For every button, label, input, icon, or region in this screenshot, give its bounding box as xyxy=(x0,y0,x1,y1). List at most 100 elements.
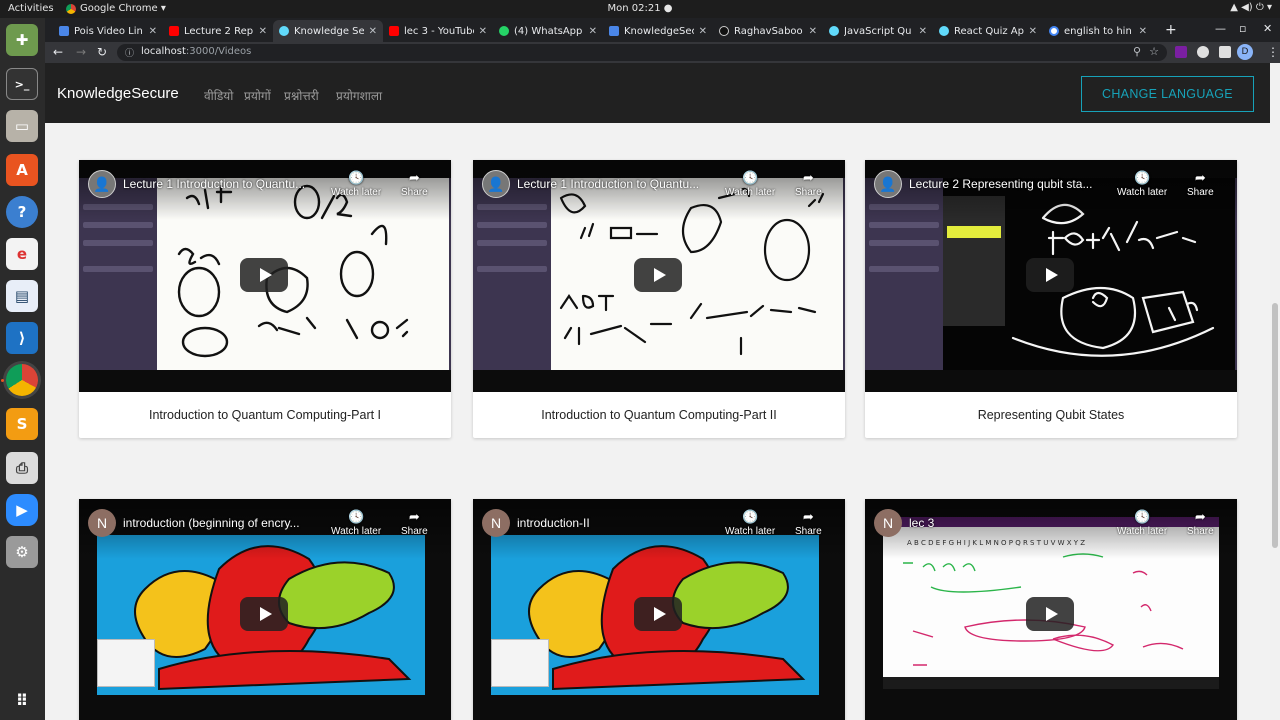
change-language-button[interactable]: CHANGE LANGUAGE xyxy=(1081,76,1254,112)
reload-icon[interactable]: ↻ xyxy=(97,45,107,59)
help-icon[interactable]: ? xyxy=(6,196,38,228)
video-embed[interactable]: N introduction-II 🕓 Watch later ➦ Share xyxy=(473,499,845,720)
play-button[interactable] xyxy=(240,258,288,292)
page-scrollbar[interactable] xyxy=(1270,63,1280,720)
play-button[interactable] xyxy=(1026,258,1074,292)
media-control-icon[interactable] xyxy=(1219,46,1231,58)
nav-link-lab[interactable]: प्रयोगशाला xyxy=(336,87,382,104)
system-monitor-icon[interactable]: ✚ xyxy=(6,24,38,56)
browser-tab[interactable]: Pois Video Lin ✕ xyxy=(53,20,163,42)
app-menu[interactable]: Google Chrome ▾ xyxy=(66,3,166,14)
editor-icon[interactable]: e xyxy=(6,238,38,270)
youtube-video-title[interactable]: lec 3 xyxy=(909,516,1119,530)
browser-tab[interactable]: english to hin ✕ xyxy=(1043,20,1153,42)
close-tab-icon[interactable]: ✕ xyxy=(809,26,817,37)
close-tab-icon[interactable]: ✕ xyxy=(369,26,377,37)
browser-tab-active[interactable]: Knowledge Se ✕ xyxy=(273,20,383,42)
watch-later-button[interactable]: 🕓 Watch later xyxy=(1117,510,1167,538)
video-embed[interactable]: 👤 Lecture 1 Introduction to Quantu... 🕓 W… xyxy=(79,160,451,392)
share-button[interactable]: ➦ Share xyxy=(795,510,822,538)
channel-avatar[interactable]: N xyxy=(874,509,902,537)
minimize-icon[interactable]: — xyxy=(1215,22,1226,35)
settings-icon[interactable]: ⚙ xyxy=(6,536,38,568)
video-embed[interactable]: N introduction (beginning of encry... 🕓 W… xyxy=(79,499,451,720)
brand-logo[interactable]: KnowledgeSecure xyxy=(57,85,179,102)
channel-avatar[interactable]: N xyxy=(88,509,116,537)
watch-later-button[interactable]: 🕓 Watch later xyxy=(331,171,381,199)
browser-tab[interactable]: lec 3 - YouTube ✕ xyxy=(383,20,493,42)
video-embed[interactable]: A B C D E F G H I J K L M N O P Q R S T … xyxy=(865,499,1237,720)
share-button[interactable]: ➦ Share xyxy=(401,510,428,538)
browser-tab[interactable]: KnowledgeSec ✕ xyxy=(603,20,713,42)
back-icon[interactable]: ← xyxy=(53,45,63,59)
channel-avatar[interactable]: 👤 xyxy=(482,170,510,198)
sublime-icon[interactable]: S xyxy=(6,408,38,440)
video-embed[interactable]: 👤 Lecture 2 Representing qubit sta... 🕓 W… xyxy=(865,160,1237,392)
forward-icon[interactable]: → xyxy=(76,45,86,59)
bookmark-star-icon[interactable]: ☆ xyxy=(1149,45,1159,58)
close-tab-icon[interactable]: ✕ xyxy=(259,26,267,37)
document-viewer-icon[interactable]: ▤ xyxy=(6,280,38,312)
browser-tab[interactable]: React Quiz Ap ✕ xyxy=(933,20,1043,42)
scrollbar-thumb[interactable] xyxy=(1272,303,1278,548)
watch-later-button[interactable]: 🕓 Watch later xyxy=(725,510,775,538)
youtube-video-title[interactable]: introduction (beginning of encry... xyxy=(123,516,333,530)
new-tab-button[interactable]: + xyxy=(1165,22,1177,38)
channel-avatar[interactable]: 👤 xyxy=(88,170,116,198)
share-button[interactable]: ➦ Share xyxy=(1187,510,1214,538)
printer-icon[interactable]: ⎙ xyxy=(6,452,38,484)
nav-link-experiments[interactable]: प्रयोगों xyxy=(244,87,271,104)
show-applications-icon[interactable]: ⠿ xyxy=(6,684,38,716)
extensions-puzzle-icon[interactable] xyxy=(1197,46,1209,58)
vscode-icon[interactable]: ⟩ xyxy=(6,322,38,354)
address-bar[interactable]: ⓘ localhost:3000/Videos ⚲ ☆ xyxy=(117,44,1167,61)
play-button[interactable] xyxy=(634,597,682,631)
maximize-icon[interactable]: ▫ xyxy=(1239,22,1246,35)
browser-tab[interactable]: Lecture 2 Repr ✕ xyxy=(163,20,273,42)
youtube-video-title[interactable]: Lecture 1 Introduction to Quantu... xyxy=(517,177,727,191)
play-button[interactable] xyxy=(240,597,288,631)
close-tab-icon[interactable]: ✕ xyxy=(479,26,487,37)
browser-tab[interactable]: (4) WhatsApp ✕ xyxy=(493,20,603,42)
close-tab-icon[interactable]: ✕ xyxy=(1139,26,1147,37)
close-tab-icon[interactable]: ✕ xyxy=(919,26,927,37)
browser-tab[interactable]: RaghavSaboo ✕ xyxy=(713,20,823,42)
clock[interactable]: Mon 02:21 ● xyxy=(0,3,1280,14)
profile-avatar[interactable]: D xyxy=(1237,44,1253,60)
chrome-menu-icon[interactable]: ⋮ xyxy=(1267,45,1279,59)
share-button[interactable]: ➦ Share xyxy=(795,171,822,199)
browser-tab[interactable]: JavaScript Qu ✕ xyxy=(823,20,933,42)
channel-avatar[interactable]: 👤 xyxy=(874,170,902,198)
terminal-icon[interactable]: >_ xyxy=(6,68,38,100)
channel-avatar[interactable]: N xyxy=(482,509,510,537)
video-title[interactable]: Introduction to Quantum Computing-Part I xyxy=(79,392,451,438)
url-text[interactable]: localhost:3000/Videos xyxy=(141,46,251,57)
youtube-video-title[interactable]: Lecture 1 Introduction to Quantu... xyxy=(123,177,333,191)
youtube-video-title[interactable]: Lecture 2 Representing qubit sta... xyxy=(909,177,1119,191)
system-tray[interactable]: ▲ ◀) ⏻ ▾ xyxy=(1230,2,1272,13)
close-tab-icon[interactable]: ✕ xyxy=(699,26,707,37)
zoom-icon[interactable]: ▶ xyxy=(6,494,38,526)
nav-link-videos[interactable]: वीडियो xyxy=(204,87,233,104)
video-embed[interactable]: 👤 Lecture 1 Introduction to Quantu... 🕓 W… xyxy=(473,160,845,392)
watch-later-button[interactable]: 🕓 Watch later xyxy=(1117,171,1167,199)
play-button[interactable] xyxy=(1026,597,1074,631)
info-icon[interactable]: ⓘ xyxy=(125,46,134,59)
video-title[interactable]: Representing Qubit States xyxy=(865,392,1237,438)
youtube-video-title[interactable]: introduction-II xyxy=(517,516,727,530)
watch-later-button[interactable]: 🕓 Watch later xyxy=(725,171,775,199)
close-window-icon[interactable]: ✕ xyxy=(1263,22,1272,35)
watch-later-button[interactable]: 🕓 Watch later xyxy=(331,510,381,538)
share-button[interactable]: ➦ Share xyxy=(401,171,428,199)
close-tab-icon[interactable]: ✕ xyxy=(1029,26,1037,37)
zoom-icon[interactable]: ⚲ xyxy=(1133,45,1141,58)
activities-button[interactable]: Activities xyxy=(8,3,54,14)
play-button[interactable] xyxy=(634,258,682,292)
close-tab-icon[interactable]: ✕ xyxy=(589,26,597,37)
chrome-dock-icon[interactable] xyxy=(6,364,38,396)
extension-icon[interactable] xyxy=(1175,46,1187,58)
share-button[interactable]: ➦ Share xyxy=(1187,171,1214,199)
nav-link-quiz[interactable]: प्रश्नोत्तरी xyxy=(284,87,319,104)
software-center-icon[interactable]: A xyxy=(6,154,38,186)
files-icon[interactable]: ▭ xyxy=(6,110,38,142)
